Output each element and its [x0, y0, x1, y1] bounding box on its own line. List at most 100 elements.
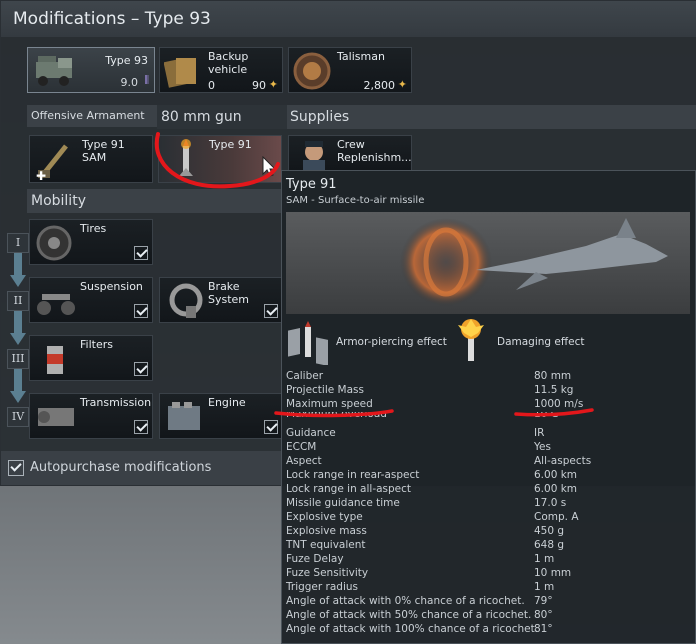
- stat-value: Comp. A: [534, 511, 579, 523]
- damaging-effect-label: Damaging effect: [497, 336, 585, 348]
- autopurchase-checkbox[interactable]: [8, 460, 24, 476]
- mod-card-brake-system[interactable]: Brake System: [159, 277, 283, 323]
- stat-row: Guidance IR: [286, 427, 686, 441]
- stat-value: 1 m: [534, 581, 555, 593]
- stat-row: Angle of attack with 100% chance of a ri…: [286, 623, 686, 637]
- offensive-armament-header: Offensive Armament: [27, 105, 157, 127]
- stat-label: ECCM: [286, 441, 317, 453]
- mod-card-transmission[interactable]: Transmission: [29, 393, 153, 439]
- stat-value: 450 g: [534, 525, 565, 537]
- purchased-checkbox: [134, 246, 148, 260]
- tier-progress-arrows: [10, 253, 26, 403]
- annotation-underlines: [274, 408, 594, 418]
- talisman-label: Talisman: [337, 50, 385, 63]
- stat-label: Angle of attack with 0% chance of a rico…: [286, 595, 525, 607]
- stat-row: Trigger radius 1 m: [286, 581, 686, 595]
- cards-icon: [164, 58, 196, 88]
- stat-value: IR: [534, 427, 545, 439]
- mod-card-filters[interactable]: Filters: [29, 335, 153, 381]
- stat-label: Lock range in all-aspect: [286, 483, 412, 495]
- backup-count: 0: [208, 79, 215, 92]
- stat-label: TNT equivalent: [286, 539, 366, 551]
- window-title: Modifications – Type 93: [13, 9, 211, 29]
- stat-row: Explosive mass 450 g: [286, 525, 686, 539]
- mod-card-suspension[interactable]: Suspension: [29, 277, 153, 323]
- vehicle-br: 9.0: [120, 76, 139, 89]
- backup-vehicle-card[interactable]: Backup vehicle 0 90 ✦: [159, 47, 283, 93]
- stat-label: Trigger radius: [286, 581, 359, 593]
- stat-value: 6.00 km: [534, 469, 578, 481]
- stat-value: 17.0 s: [534, 497, 567, 509]
- purchased-checkbox: [264, 304, 278, 318]
- purchased-checkbox: [134, 304, 148, 318]
- stat-row: Missile guidance time 17.0 s: [286, 497, 686, 511]
- purchased-checkbox: [134, 420, 148, 434]
- stat-value: 79°: [534, 595, 553, 607]
- tire-icon: [36, 225, 72, 261]
- golden-eagle-icon: ✦: [268, 78, 278, 91]
- stat-label: Explosive type: [286, 511, 363, 523]
- stat-row: Projectile Mass 11.5 kg: [286, 384, 686, 398]
- stat-value: 648 g: [534, 539, 565, 551]
- stat-row: TNT equivalent 648 g: [286, 539, 686, 553]
- armor-piercing-effect-icon: [288, 321, 328, 365]
- stat-value: 11.5 kg: [534, 384, 574, 396]
- stat-row: Lock range in all-aspect 6.00 km: [286, 483, 686, 497]
- crew-icon: [303, 141, 325, 172]
- vehicle-name: Type 93: [105, 54, 148, 67]
- stat-row: Aspect All-aspects: [286, 455, 686, 469]
- autopurchase-label: Autopurchase modifications: [30, 460, 212, 475]
- stat-label: Angle of attack with 50% chance of a ric…: [286, 609, 532, 621]
- armor-piercing-label: Armor-piercing effect: [336, 336, 447, 348]
- talisman-card[interactable]: Talisman 2,800 ✦: [288, 47, 412, 93]
- weapon-card-sam[interactable]: ✚ Type 91 SAM: [29, 135, 153, 183]
- sam-launcher-icon: ✚: [36, 144, 68, 180]
- medal-icon: [293, 52, 331, 90]
- rank-icon: ⫼: [144, 75, 149, 86]
- supplies-header: Supplies: [287, 105, 696, 129]
- mod-card-engine[interactable]: Engine: [159, 393, 283, 439]
- annotation-circle: [154, 132, 280, 189]
- stat-value: 80°: [534, 609, 553, 621]
- backup-vehicle-label: Backup vehicle: [208, 50, 249, 76]
- stat-row: Angle of attack with 0% chance of a rico…: [286, 595, 686, 609]
- stat-row: Angle of attack with 50% chance of a ric…: [286, 609, 686, 623]
- stat-value: Yes: [534, 441, 551, 453]
- backup-price: 90: [252, 79, 266, 92]
- stat-label: Projectile Mass: [286, 384, 364, 396]
- brake-icon: [169, 283, 203, 318]
- supply-card-crew[interactable]: Crew Replenishm...: [288, 135, 412, 172]
- filter-icon: [47, 346, 63, 374]
- stat-value: All-aspects: [534, 455, 592, 467]
- tier-label: I: [7, 233, 29, 253]
- suspension-icon: [37, 294, 75, 315]
- stat-row: Caliber 80 mm: [286, 370, 686, 384]
- transmission-icon: [38, 408, 74, 426]
- mod-name: Brake System: [208, 280, 250, 306]
- stat-row: Lock range in rear-aspect 6.00 km: [286, 469, 686, 483]
- tooltip-title: Type 91: [286, 177, 337, 192]
- missile-effect-image: [286, 212, 690, 314]
- stat-label: Fuze Sensitivity: [286, 567, 369, 579]
- purchased-checkbox: [134, 362, 148, 376]
- weapon-tooltip: Type 91 SAM - Surface-to-air missile Arm…: [274, 170, 696, 644]
- mod-name: Filters: [80, 338, 113, 351]
- stat-row: Fuze Delay 1 m: [286, 553, 686, 567]
- engine-icon: [168, 402, 200, 430]
- stat-label: Missile guidance time: [286, 497, 400, 509]
- stat-value: 6.00 km: [534, 483, 578, 495]
- mod-name: Suspension: [80, 280, 143, 293]
- supply-name: Crew Replenishm...: [337, 138, 412, 164]
- truck-icon: [36, 56, 72, 86]
- stat-row: Fuze Sensitivity 10 mm: [286, 567, 686, 581]
- vehicle-card[interactable]: Type 93 9.0 ⫼: [27, 47, 155, 93]
- title-bar: Modifications – Type 93: [1, 1, 696, 37]
- weapon-name: Type 91: [82, 138, 125, 151]
- stat-value: 81°: [534, 623, 553, 635]
- mod-name: Transmission: [80, 396, 152, 409]
- mod-name: Engine: [208, 396, 246, 409]
- stat-label: Fuze Delay: [286, 553, 344, 565]
- mod-card-tires[interactable]: Tires: [29, 219, 153, 265]
- stat-row: Explosive type Comp. A: [286, 511, 686, 525]
- tooltip-subtitle: SAM - Surface-to-air missile: [286, 195, 425, 206]
